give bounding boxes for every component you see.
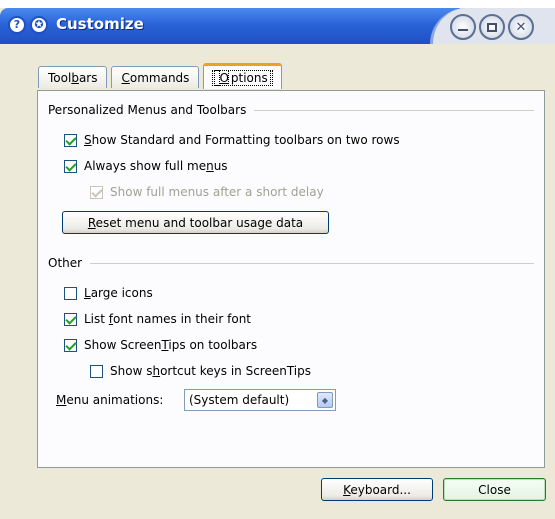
tab-commands[interactable]: Commands xyxy=(111,66,200,88)
minimize-icon xyxy=(458,29,468,31)
close-button[interactable]: Close xyxy=(443,478,546,501)
two-rows-label: Show Standard and Formatting toolbars on… xyxy=(84,133,400,147)
short-delay-label: Show full menus after a short delay xyxy=(110,185,324,199)
shortcut-keys-checkbox[interactable] xyxy=(90,364,103,378)
close-button-label: Close xyxy=(478,482,511,497)
large-icons-option[interactable]: Large icons xyxy=(64,286,153,300)
screentips-option[interactable]: Show ScreenTips on toolbars xyxy=(64,338,257,352)
shortcut-keys-option[interactable]: Show shortcut keys in ScreenTips xyxy=(90,364,311,378)
options-panel: Personalized Menus and Toolbars Show Sta… xyxy=(37,90,545,468)
short-delay-option: Show full menus after a short delay xyxy=(90,185,324,199)
short-delay-checkbox xyxy=(90,185,103,199)
keyboard-button-label: Keyboard... xyxy=(343,482,411,497)
window-title: Customize xyxy=(56,15,144,33)
customize-dialog: ? ✪ Customize ✕ Toolbars Commands Option… xyxy=(0,8,555,519)
close-icon: ✕ xyxy=(515,19,527,35)
personalized-section-heading: Personalized Menus and Toolbars xyxy=(48,103,534,117)
reset-usage-label: Reset menu and toolbar usage data xyxy=(87,215,304,230)
two-rows-toolbar-option[interactable]: Show Standard and Formatting toolbars on… xyxy=(64,133,400,147)
pin-icon[interactable]: ✪ xyxy=(30,16,48,34)
tab-options[interactable]: Options xyxy=(203,63,282,89)
font-names-checkbox[interactable] xyxy=(64,312,77,326)
menu-animations-select[interactable]: (System default) ◆ xyxy=(184,389,336,411)
shortcut-keys-label: Show shortcut keys in ScreenTips xyxy=(110,364,312,378)
menu-animations-label: Menu animations: xyxy=(56,393,164,407)
tab-commands-label: Commands xyxy=(121,70,190,85)
reset-usage-button[interactable]: Reset menu and toolbar usage data xyxy=(62,211,329,234)
tab-strip: Toolbars Commands Options xyxy=(38,62,286,89)
close-window-button[interactable]: ✕ xyxy=(508,14,534,40)
large-icons-label: Large icons xyxy=(84,286,153,300)
screentips-label: Show ScreenTips on toolbars xyxy=(84,338,258,352)
maximize-button[interactable] xyxy=(479,14,505,40)
menu-animations-value: (System default) xyxy=(189,393,290,407)
font-names-option[interactable]: List font names in their font xyxy=(64,312,251,326)
tab-options-label: Options xyxy=(212,69,273,86)
full-menus-option[interactable]: Always show full menus xyxy=(64,159,228,173)
font-names-label: List font names in their font xyxy=(84,312,252,326)
full-menus-label: Always show full menus xyxy=(84,159,228,173)
maximize-icon xyxy=(487,22,497,32)
tab-toolbars-label: Toolbars xyxy=(48,70,98,85)
title-bar[interactable]: ? ✪ Customize ✕ xyxy=(0,8,555,44)
screentips-checkbox[interactable] xyxy=(64,338,77,352)
large-icons-checkbox[interactable] xyxy=(64,286,77,300)
full-menus-checkbox[interactable] xyxy=(64,159,77,173)
tab-toolbars[interactable]: Toolbars xyxy=(38,66,108,88)
minimize-button[interactable] xyxy=(450,14,476,40)
other-section-heading: Other xyxy=(48,256,534,270)
keyboard-button[interactable]: Keyboard... xyxy=(321,478,433,501)
help-icon[interactable]: ? xyxy=(8,16,26,34)
two-rows-checkbox[interactable] xyxy=(64,133,77,147)
dropdown-arrow-icon[interactable]: ◆ xyxy=(317,392,333,408)
